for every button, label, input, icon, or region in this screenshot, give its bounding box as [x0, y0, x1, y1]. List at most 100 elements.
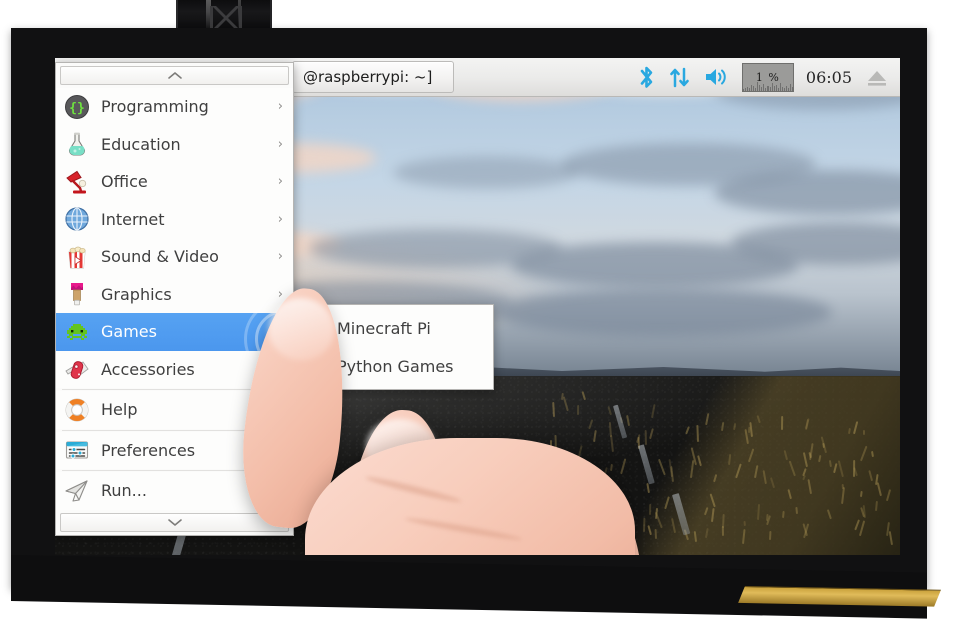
- grass-blade: [605, 517, 607, 524]
- cpu-bar: [765, 88, 766, 90]
- menu-item-label: Education: [101, 135, 267, 154]
- python-icon: [300, 353, 326, 379]
- grass-blade: [748, 426, 750, 432]
- menu-item-office[interactable]: Office ›: [56, 163, 293, 201]
- cpu-bar: [784, 88, 785, 90]
- menu-item-programming[interactable]: {} Programming ›: [56, 88, 293, 126]
- menu-item-internet[interactable]: Internet ›: [56, 201, 293, 239]
- grass-blade: [552, 402, 555, 417]
- cpu-bar: [786, 86, 787, 91]
- svg-text:{}: {}: [69, 101, 85, 116]
- chevron-right-icon: ›: [278, 362, 285, 377]
- chevron-right-icon: ›: [278, 324, 285, 339]
- eject-icon[interactable]: [864, 67, 890, 87]
- cpu-bar: [763, 84, 764, 90]
- cpu-bar: [757, 82, 758, 90]
- cpu-bar: [774, 86, 775, 90]
- menu-item-label: Preferences: [101, 441, 285, 460]
- cpu-bar: [790, 84, 791, 90]
- chevron-right-icon: ›: [278, 287, 285, 302]
- grass-blade: [696, 425, 699, 442]
- application-menu: {} Programming › Education › Office › Intern…: [55, 62, 294, 536]
- grass-blade: [645, 430, 647, 445]
- games-icon: [64, 319, 90, 345]
- menu-item-label: Sound & Video: [101, 247, 267, 266]
- cpu-bar: [772, 83, 773, 91]
- submenu-item-label: Python Games: [337, 357, 485, 376]
- graphics-icon: [64, 281, 90, 307]
- cpu-bar: [749, 88, 750, 90]
- grass-blade: [550, 440, 552, 450]
- accessories-icon: [64, 356, 90, 382]
- cpu-bar: [778, 88, 779, 91]
- menu-item-preferences[interactable]: Preferences: [56, 432, 293, 470]
- cpu-bar: [755, 88, 756, 91]
- menu-separator: [62, 470, 287, 471]
- grass-blade: [782, 511, 785, 518]
- education-icon: [64, 131, 90, 157]
- cpu-bar: [788, 88, 789, 91]
- bluetooth-icon[interactable]: [637, 65, 656, 90]
- menu-separator: [62, 430, 287, 431]
- games-submenu-items: MINECRAFT Minecraft Pi Python Games: [292, 309, 493, 385]
- cpu-bar: [743, 89, 744, 91]
- menu-item-label: Office: [101, 172, 267, 191]
- grass-blade: [863, 430, 865, 435]
- menu-item-education[interactable]: Education ›: [56, 126, 293, 164]
- cpu-bar: [770, 87, 771, 90]
- grass-blade: [871, 451, 874, 457]
- grass-blade: [743, 521, 746, 526]
- office-icon: [64, 169, 90, 195]
- application-menu-items: {} Programming › Education › Office › Intern…: [56, 88, 293, 510]
- menu-item-label: Run...: [101, 481, 285, 500]
- submenu-item-label: Minecraft Pi: [337, 319, 485, 338]
- volume-icon[interactable]: [704, 65, 730, 89]
- cpu-bar: [745, 88, 746, 91]
- menu-item-sound-video[interactable]: Sound & Video ›: [56, 238, 293, 276]
- minecraft-icon: MINECRAFT: [300, 315, 326, 341]
- cpu-bar: [761, 87, 762, 91]
- chevron-right-icon: ›: [278, 174, 285, 189]
- help-icon: [64, 397, 90, 423]
- menu-scroll-up-button[interactable]: [60, 66, 289, 85]
- menu-item-label: Help: [101, 400, 285, 419]
- cpu-bar: [767, 86, 768, 91]
- taskbar-window-button[interactable]: @raspberrypi: ~]: [292, 61, 454, 93]
- submenu-item-python-games[interactable]: Python Games: [292, 347, 493, 385]
- system-tray: 1 % 06:05: [637, 58, 900, 96]
- cpu-bar: [792, 87, 793, 91]
- cpu-monitor-value: 1 %: [756, 71, 780, 84]
- sound-video-icon: [64, 244, 90, 270]
- grass-blade: [654, 529, 656, 539]
- grass-blade: [577, 405, 579, 415]
- taskbar-window-label: @raspberrypi: ~]: [303, 68, 432, 86]
- cpu-bar: [747, 87, 748, 91]
- menu-item-label: Programming: [101, 97, 267, 116]
- programming-icon: {}: [64, 94, 90, 120]
- clock[interactable]: 06:05: [806, 68, 852, 87]
- menu-item-label: Accessories: [101, 360, 267, 379]
- menu-item-accessories[interactable]: Accessories ›: [56, 351, 293, 389]
- menu-item-run[interactable]: Run...: [56, 472, 293, 510]
- menu-item-label: Games: [101, 322, 267, 341]
- menu-scroll-down-button[interactable]: [60, 513, 289, 532]
- games-submenu: MINECRAFT Minecraft Pi Python Games: [291, 304, 494, 390]
- cpu-bar: [759, 85, 760, 90]
- grass-blade: [722, 514, 725, 528]
- cpu-bar: [776, 85, 777, 91]
- menu-item-label: Internet: [101, 210, 267, 229]
- cpu-bar: [782, 87, 783, 91]
- lcd-screen: @raspberrypi: ~] 1 % 06:05 {} Programmin…: [55, 58, 900, 555]
- chevron-right-icon: ›: [278, 99, 285, 114]
- cpu-monitor-widget[interactable]: 1 %: [742, 63, 794, 92]
- cpu-bar: [751, 85, 752, 91]
- menu-item-games[interactable]: Games ›: [56, 313, 293, 351]
- grass-blade: [769, 531, 771, 540]
- menu-item-help[interactable]: Help: [56, 391, 293, 429]
- submenu-item-minecraft-pi[interactable]: MINECRAFT Minecraft Pi: [292, 309, 493, 347]
- network-updown-icon[interactable]: [668, 65, 692, 90]
- internet-icon: [64, 206, 90, 232]
- run-icon: [64, 478, 90, 504]
- chevron-right-icon: ›: [278, 137, 285, 152]
- menu-item-graphics[interactable]: Graphics ›: [56, 276, 293, 314]
